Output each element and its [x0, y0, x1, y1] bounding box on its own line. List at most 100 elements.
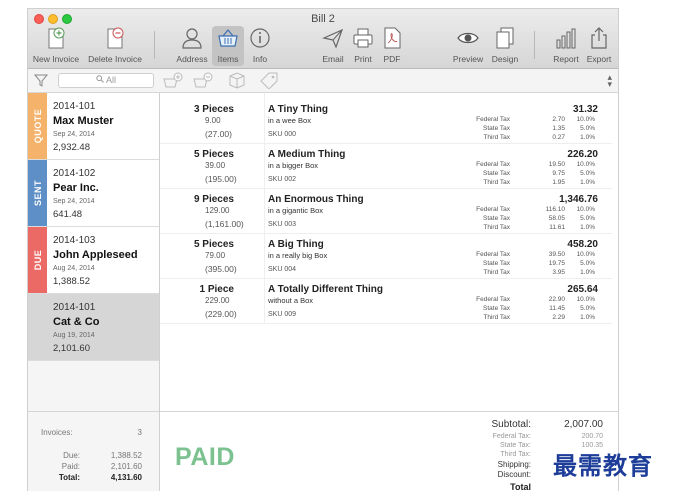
funnel-icon[interactable]	[33, 73, 49, 92]
item-unit-price[interactable]: 79.00	[205, 251, 225, 260]
item-line-total: (27.00)	[205, 129, 232, 139]
tax-row: Federal Tax 39.50 10.0%	[476, 251, 595, 258]
item-description[interactable]: in a bigger Box	[268, 161, 318, 170]
item-description[interactable]: in a wee Box	[268, 116, 311, 125]
item-description[interactable]: without a Box	[268, 296, 313, 305]
item-title[interactable]: A Totally Different Thing	[268, 284, 383, 295]
item-quantity[interactable]: 9 Pieces	[194, 194, 234, 205]
line-item[interactable]: 9 Pieces 129.00 (1,161.00) An Enormous T…	[160, 189, 612, 234]
item-quantity[interactable]: 3 Pieces	[194, 104, 234, 115]
invoice-totals: PAID Subtotal: 2,007.00 Federal Tax: 200…	[160, 411, 618, 491]
invoice-amount: 2,932.48	[53, 142, 90, 153]
line-item[interactable]: 3 Pieces 9.00 (27.00) A Tiny Thing in a …	[160, 99, 612, 144]
tax-row: Federal Tax 19.50 10.0%	[476, 161, 595, 168]
report-button[interactable]: Report	[551, 26, 581, 66]
line-item[interactable]: 1 Piece 229.00 (229.00) A Totally Differ…	[160, 279, 612, 324]
paper-plane-icon	[318, 26, 348, 50]
item-sku[interactable]: SKU 004	[268, 266, 296, 273]
invoice-list-item-selected[interactable]: 2014-101 Cat & Co Aug 19, 2014 2,101.60	[28, 294, 159, 361]
info-icon	[246, 26, 274, 50]
item-description[interactable]: in a really big Box	[268, 251, 327, 260]
design-button[interactable]: Design	[488, 26, 522, 66]
tax-row: Third Tax 0.27 1.0%	[483, 134, 595, 141]
info-button[interactable]: Info	[246, 26, 274, 66]
item-price: 31.32	[572, 104, 598, 115]
item-taxes: Federal Tax 2.70 10.0% State Tax 1.35 5.0% T…	[450, 116, 610, 143]
sidebar-summary: Invoices: 3 Due: 1,388.52 Paid: 2,101.60…	[28, 411, 159, 491]
invoice-amount: 2,101.60	[53, 343, 90, 354]
invoice-list-item[interactable]: DUE 2014-103 John Appleseed Aug 24, 2014…	[28, 227, 159, 294]
line-item[interactable]: 5 Pieces 39.00 (195.00) A Medium Thing i…	[160, 144, 612, 189]
tax-row: State Tax 58.05 5.0%	[483, 215, 595, 222]
item-sku[interactable]: SKU 000	[268, 131, 296, 138]
window-title: Bill 2	[311, 13, 335, 25]
pages-stack-icon	[488, 26, 522, 50]
invoice-sidebar: QUOTE 2014-101 Max Muster Sep 24, 2014 2…	[28, 93, 160, 491]
item-line-total: (395.00)	[205, 264, 237, 274]
email-button[interactable]: Email	[318, 26, 348, 66]
product-catalog-button[interactable]	[226, 72, 248, 89]
item-taxes: Federal Tax 39.50 10.0% State Tax 19.75 5.0%…	[450, 251, 610, 278]
status-band: SENT	[28, 160, 47, 226]
tax-row: Federal Tax 2.70 10.0%	[476, 116, 595, 123]
item-quantity[interactable]: 5 Pieces	[194, 239, 234, 250]
item-sku[interactable]: SKU 009	[268, 311, 296, 318]
item-line-total: (229.00)	[205, 309, 237, 319]
invoice-items: 3 Pieces 9.00 (27.00) A Tiny Thing in a …	[160, 93, 618, 491]
address-button[interactable]: Address	[174, 26, 210, 66]
delete-invoice-button[interactable]: Delete Invoice	[83, 26, 147, 66]
eye-icon	[452, 26, 484, 50]
invoice-list-item[interactable]: QUOTE 2014-101 Max Muster Sep 24, 2014 2…	[28, 93, 159, 160]
search-input[interactable]: All	[58, 73, 154, 88]
new-invoice-button[interactable]: New Invoice	[30, 26, 82, 66]
pdf-button[interactable]: PDF	[378, 26, 406, 66]
sort-arrows-icon[interactable]: ▴ ▾	[607, 73, 612, 89]
item-description[interactable]: in a gigantic Box	[268, 206, 323, 215]
item-title[interactable]: An Enormous Thing	[268, 194, 364, 205]
item-title[interactable]: A Tiny Thing	[268, 104, 328, 115]
item-unit-price[interactable]: 39.00	[205, 161, 225, 170]
paid-stamp: PAID	[175, 443, 235, 471]
watermark-text: 最需教育	[553, 451, 653, 480]
invoice-date: Sep 24, 2014	[53, 131, 95, 138]
invoice-date: Sep 24, 2014	[53, 198, 95, 205]
invoice-amount: 641.48	[53, 209, 83, 220]
item-price: 265.64	[567, 284, 598, 295]
item-taxes: Federal Tax 116.10 10.0% State Tax 58.05 5.0…	[450, 206, 610, 233]
invoice-date: Aug 24, 2014	[53, 265, 95, 272]
invoice-date: Aug 19, 2014	[53, 332, 95, 339]
print-button[interactable]: Print	[348, 26, 378, 66]
search-icon	[96, 74, 104, 87]
tax-row: Federal Tax 116.10 10.0%	[476, 206, 595, 213]
tax-row: Third Tax 2.29 1.0%	[483, 314, 595, 321]
tax-row: Third Tax 1.95 1.0%	[483, 179, 595, 186]
add-item-button[interactable]	[162, 72, 184, 89]
remove-item-button[interactable]	[192, 72, 214, 89]
toolbar-separator	[154, 31, 155, 59]
customer-name: Cat & Co	[53, 316, 100, 328]
item-title[interactable]: A Medium Thing	[268, 149, 345, 160]
export-button[interactable]: Export	[583, 26, 615, 66]
item-quantity[interactable]: 5 Pieces	[194, 149, 234, 160]
item-sku[interactable]: SKU 003	[268, 221, 296, 228]
item-unit-price[interactable]: 129.00	[205, 206, 229, 215]
printer-icon	[348, 26, 378, 50]
item-unit-price[interactable]: 229.00	[205, 296, 229, 305]
tax-row: State Tax 19.75 5.0%	[483, 260, 595, 267]
status-band: QUOTE	[28, 93, 47, 159]
toolbar: Bill 2 New Invoice Delete Invoice Addres…	[28, 9, 618, 69]
line-item[interactable]: 5 Pieces 79.00 (395.00) A Big Thing in a…	[160, 234, 612, 279]
preview-button[interactable]: Preview	[452, 26, 484, 66]
items-button[interactable]: Items	[212, 26, 244, 66]
app-window: Bill 2 New Invoice Delete Invoice Addres…	[27, 8, 619, 491]
item-sku[interactable]: SKU 002	[268, 176, 296, 183]
item-unit-price[interactable]: 9.00	[205, 116, 221, 125]
customer-name: Pear Inc.	[53, 182, 99, 194]
item-quantity[interactable]: 1 Piece	[200, 284, 234, 295]
tag-button[interactable]	[258, 72, 280, 90]
item-title[interactable]: A Big Thing	[268, 239, 324, 250]
tax-row: Third Tax 11.61 1.0%	[483, 224, 595, 231]
invoice-list-item[interactable]: SENT 2014-102 Pear Inc. Sep 24, 2014 641…	[28, 160, 159, 227]
status-band: DUE	[28, 227, 47, 293]
basket-icon	[212, 26, 244, 50]
